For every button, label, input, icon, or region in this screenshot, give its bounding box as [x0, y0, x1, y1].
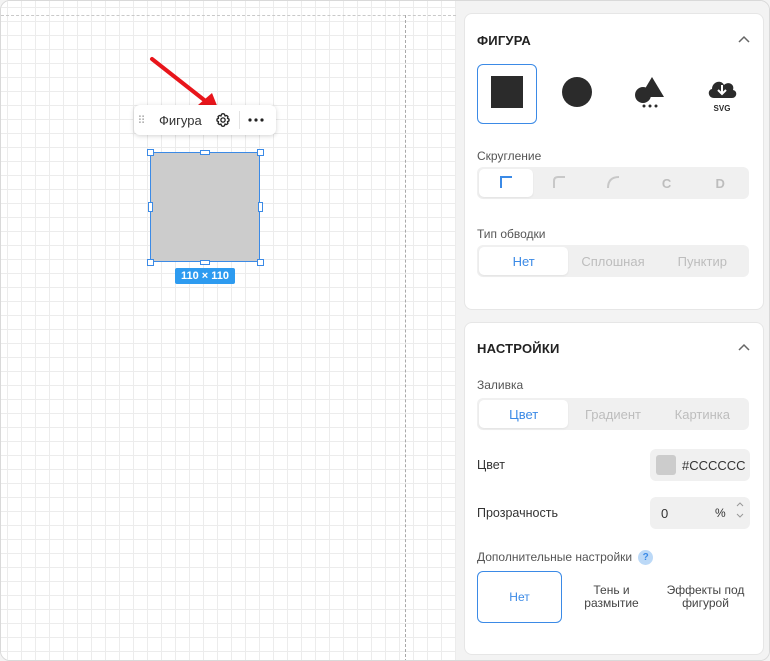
color-swatch[interactable] [656, 455, 676, 475]
figure-card: ФИГУРА SVG Скругление C D Тип обводки Не… [464, 13, 764, 310]
effects-option-shadow-blur[interactable]: Тень и размытие [569, 571, 654, 623]
color-hex-value[interactable]: #CCCCCC [682, 458, 746, 473]
color-picker[interactable]: #CCCCCC [650, 449, 750, 481]
toolbar-divider [239, 111, 240, 129]
advanced-settings-label: Дополнительные настройки? [477, 550, 654, 566]
opacity-input[interactable]: 0 % [650, 497, 750, 529]
stroke-option-solid[interactable]: Сплошная [568, 247, 657, 275]
shape-type-svg[interactable]: SVG [692, 64, 752, 124]
resize-handle-ne[interactable] [257, 149, 264, 156]
rounding-option-d[interactable]: D [693, 169, 747, 197]
rounding-option-sharp[interactable] [479, 169, 533, 197]
resize-handle-n[interactable] [200, 150, 210, 155]
resize-handle-s[interactable] [200, 260, 210, 265]
opacity-stepper [736, 501, 744, 519]
resize-handle-w[interactable] [148, 202, 153, 212]
help-icon[interactable]: ? [638, 550, 654, 566]
color-label: Цвет [477, 458, 506, 472]
rounding-option-small[interactable] [533, 169, 587, 197]
shape-type-circle[interactable] [547, 64, 607, 124]
fill-option-image[interactable]: Картинка [658, 400, 747, 428]
more-icon[interactable] [244, 108, 268, 132]
stepper-down-icon[interactable] [736, 513, 744, 519]
gear-icon[interactable] [211, 108, 235, 132]
opacity-label: Прозрачность [477, 506, 558, 520]
opacity-unit: % [715, 506, 726, 520]
shape-type-square[interactable] [477, 64, 537, 124]
resize-handle-se[interactable] [257, 259, 264, 266]
chevron-up-icon[interactable] [737, 341, 751, 355]
shape-toolbar: ⠿ Фигура [134, 105, 276, 135]
shapes-more-icon [633, 75, 667, 114]
shape-type-more[interactable] [620, 64, 680, 124]
drag-handle-icon[interactable]: ⠿ [134, 114, 148, 127]
advanced-settings-text: Дополнительные настройки [477, 550, 633, 564]
chevron-up-icon[interactable] [737, 33, 751, 47]
stroke-option-none[interactable]: Нет [479, 247, 569, 275]
guide-horizontal [1, 15, 456, 16]
properties-panel: ФИГУРА SVG Скругление C D Тип обводки Не… [456, 1, 769, 660]
guide-vertical [405, 15, 406, 660]
rounding-option-c[interactable]: C [640, 169, 694, 197]
effects-option-under-shape[interactable]: Эффекты под фигурой [663, 571, 748, 623]
resize-handle-nw[interactable] [147, 149, 154, 156]
stroke-type-label: Тип обводки [477, 227, 546, 241]
fill-type-selector: Цвет Градиент Картинка [477, 398, 749, 430]
stepper-up-icon[interactable] [736, 501, 744, 507]
square-icon [491, 75, 523, 113]
settings-card-title: НАСТРОЙКИ [477, 341, 560, 356]
rounding-selector: C D [477, 167, 749, 199]
resize-handle-e[interactable] [258, 202, 263, 212]
fill-option-color[interactable]: Цвет [479, 400, 569, 428]
rounding-label: Скругление [477, 149, 542, 163]
stroke-option-dashed[interactable]: Пунктир [658, 247, 747, 275]
settings-card: НАСТРОЙКИ Заливка Цвет Градиент Картинка… [464, 322, 764, 655]
size-badge: 110 × 110 [175, 268, 235, 284]
canvas[interactable]: ⠿ Фигура 110 × 110 [1, 1, 456, 660]
fill-label: Заливка [477, 378, 524, 392]
corner-large-icon [606, 175, 620, 192]
fill-option-gradient[interactable]: Градиент [568, 400, 657, 428]
effects-option-none[interactable]: Нет [477, 571, 562, 623]
svg-label: SVG [713, 103, 731, 113]
stroke-type-selector: Нет Сплошная Пунктир [477, 245, 749, 277]
cloud-svg-icon [705, 76, 739, 105]
toolbar-label: Фигура [159, 112, 202, 128]
corner-small-icon [552, 175, 566, 192]
resize-handle-sw[interactable] [147, 259, 154, 266]
app-window: ⠿ Фигура 110 × 110 ФИГУРА SVG Скругление… [0, 0, 770, 661]
opacity-value[interactable]: 0 [661, 506, 711, 521]
rounding-option-large[interactable] [586, 169, 640, 197]
corner-sharp-icon [499, 175, 513, 192]
selected-shape[interactable] [150, 152, 260, 262]
figure-card-title: ФИГУРА [477, 33, 532, 48]
circle-icon [561, 76, 593, 113]
